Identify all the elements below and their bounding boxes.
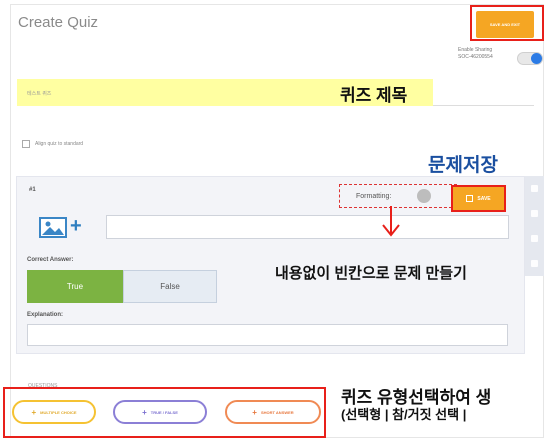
short-answer-label: SHORT ANSWER	[260, 409, 294, 415]
plus-icon: +	[31, 407, 37, 417]
formatting-toggle-box[interactable]: Formatting:	[339, 184, 457, 208]
sharing-info: Enable Sharing SOC-46200554	[458, 47, 493, 61]
add-true-false-button[interactable]: + TRUE / FALSE	[113, 400, 207, 424]
question-number: #1	[29, 187, 36, 193]
duplicate-icon[interactable]	[531, 260, 538, 267]
sharing-label: Enable Sharing	[458, 47, 493, 53]
explanation-label: Explanation:	[27, 312, 64, 318]
move-down-icon[interactable]	[531, 235, 538, 242]
answer-false-button[interactable]: False	[123, 270, 217, 303]
add-image-icon[interactable]	[39, 217, 67, 238]
sharing-code: SOC-46200554	[458, 54, 493, 60]
add-multiple-choice-button[interactable]: + MULTIPLE CHOICE	[12, 400, 96, 424]
sharing-toggle[interactable]	[517, 52, 543, 65]
align-checkbox[interactable]	[22, 140, 30, 148]
toggle-knob	[531, 53, 542, 64]
question-side-toolbar	[525, 176, 544, 276]
answer-true-button[interactable]: True	[27, 270, 123, 303]
title-underline	[433, 105, 534, 106]
arrow-down-icon	[382, 206, 400, 237]
correct-answer-label: Correct Answer:	[27, 257, 74, 263]
save-and-exit-button[interactable]: SAVE AND EXIT	[476, 11, 534, 38]
formatting-label: Formatting:	[356, 193, 392, 200]
floppy-icon	[466, 195, 474, 202]
true-false-label: TRUE / FALSE	[150, 409, 178, 415]
save-question-label: SAVE	[477, 195, 491, 202]
align-standard-row[interactable]: Align quiz to standard	[22, 140, 83, 148]
question-card: #1 Formatting: SAVE + 내용없이 빈칸으로 문제 만들기 C…	[16, 176, 525, 354]
page-title: Create Quiz	[18, 14, 99, 31]
multiple-choice-label: MULTIPLE CHOICE	[40, 409, 77, 415]
explanation-input[interactable]	[27, 324, 508, 346]
save-question-button[interactable]: SAVE	[451, 185, 506, 212]
add-short-answer-button[interactable]: + SHORT ANSWER	[225, 400, 321, 424]
quiz-title-value: 테스트 퀴즈	[27, 91, 52, 97]
empty-question-annotation: 내용없이 빈칸으로 문제 만들기	[275, 265, 467, 282]
question-text-input[interactable]	[106, 215, 509, 239]
plus-icon: +	[142, 407, 147, 417]
align-label: Align quiz to standard	[35, 141, 84, 147]
question-types-annotation-detail: (선택형 | 참/거짓 선택 |	[341, 407, 467, 422]
formatting-toggle[interactable]	[417, 189, 431, 203]
plus-icon: +	[252, 407, 257, 417]
save-question-annotation: 문제저장	[428, 155, 498, 176]
move-up-icon[interactable]	[531, 210, 538, 217]
delete-icon[interactable]	[531, 185, 538, 192]
quiz-title-annotation: 퀴즈 제목	[340, 86, 408, 105]
add-image-plus-icon[interactable]: +	[70, 215, 82, 238]
